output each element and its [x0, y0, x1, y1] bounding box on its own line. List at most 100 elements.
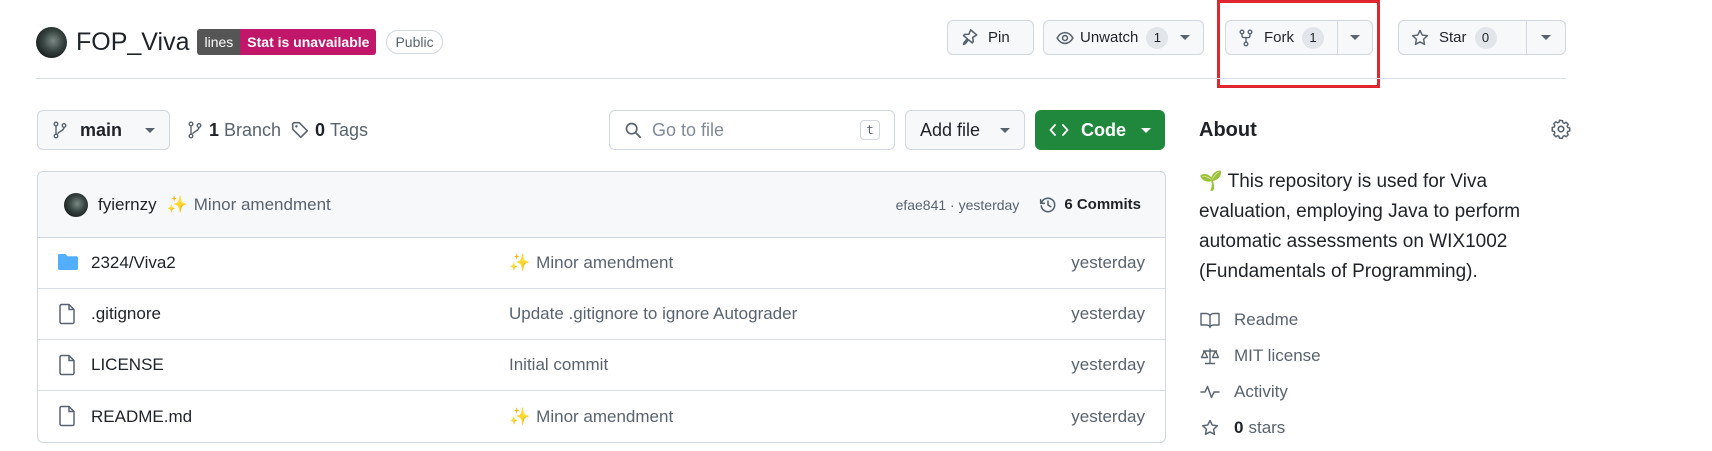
commits-link[interactable]: 6 Commits [1039, 196, 1141, 214]
file-icon [57, 354, 77, 376]
star-dropdown-button[interactable] [1525, 21, 1565, 54]
about-heading: About [1199, 119, 1257, 141]
history-icon [1039, 196, 1057, 214]
repo-name[interactable]: FOP_Viva [76, 28, 189, 57]
file-date: yesterday [1071, 406, 1145, 426]
author-avatar[interactable] [64, 192, 88, 217]
tags-count: 0 [315, 119, 326, 140]
file-date: yesterday [1071, 355, 1145, 374]
fork-label: Fork [1264, 29, 1294, 46]
file-icon [57, 405, 77, 427]
folder-icon [57, 252, 79, 272]
file-commit-text: Minor amendment [536, 406, 674, 426]
unwatch-button[interactable]: Unwatch 1 [1043, 20, 1204, 55]
stars-about-label: stars [1248, 418, 1286, 437]
sparkles-icon: ✨ [509, 253, 531, 272]
file-row[interactable]: .gitignore Update .gitignore to ignore A… [38, 289, 1165, 340]
unwatch-label: Unwatch [1080, 29, 1139, 46]
forks-count: 1 [1302, 26, 1324, 49]
repo-forked-icon [1238, 29, 1254, 47]
commits-count: 6 Commits [1064, 196, 1141, 213]
chevron-down-icon [1180, 35, 1191, 40]
star-icon [1411, 29, 1429, 47]
star-button[interactable]: Star 0 [1399, 21, 1526, 54]
file-commit-message[interactable]: ✨ Minor amendment [509, 253, 673, 273]
gear-icon[interactable] [1551, 119, 1571, 139]
stars-count: 0 [1474, 26, 1497, 49]
git-branch-icon [187, 121, 203, 139]
file-commit-text: Minor amendment [536, 253, 674, 272]
git-branch-icon [52, 121, 68, 139]
pin-icon [960, 28, 978, 47]
fork-button-group: Fork 1 [1225, 20, 1373, 55]
readme-link[interactable]: Readme [1199, 310, 1298, 330]
sparkles-icon: ✨ [509, 406, 531, 426]
commit-author[interactable]: fyiernzy [98, 195, 157, 215]
stars-link[interactable]: 0 stars [1199, 418, 1285, 438]
eye-icon [1056, 29, 1074, 47]
file-date: yesterday [1071, 253, 1145, 272]
file-row[interactable]: README.md ✨ Minor amendment yesterday [38, 391, 1165, 442]
chevron-down-icon [1540, 35, 1551, 40]
watchers-count: 1 [1146, 26, 1169, 49]
go-to-file-input[interactable]: Go to file t [609, 110, 895, 150]
pin-label: Pin [988, 29, 1010, 46]
file-name[interactable]: .gitignore [91, 304, 161, 324]
lines-badge: lines Stat is unavailable [197, 29, 377, 55]
book-icon [1199, 311, 1221, 329]
add-file-button[interactable]: Add file [905, 110, 1025, 150]
fork-dropdown-button[interactable] [1336, 21, 1372, 54]
about-description: 🌱 This repository is used for Viva evalu… [1199, 167, 1569, 287]
tag-icon [291, 121, 309, 139]
pulse-icon [1199, 384, 1221, 400]
file-name[interactable]: README.md [91, 407, 192, 427]
code-label: Code [1081, 119, 1126, 140]
fork-button[interactable]: Fork 1 [1226, 21, 1337, 54]
header-divider [36, 78, 1566, 79]
chevron-down-icon [1349, 35, 1360, 40]
sparkles-icon: ✨ [166, 194, 188, 214]
pin-button[interactable]: Pin [947, 20, 1034, 55]
badge-label: lines [197, 29, 241, 55]
commit-meta[interactable]: efae841 · yesterday [896, 197, 1020, 213]
license-link[interactable]: MIT license [1199, 346, 1321, 366]
activity-label: Activity [1234, 382, 1288, 401]
star-button-group: Star 0 [1398, 20, 1566, 55]
chevron-down-icon [1000, 127, 1010, 133]
file-commit-message[interactable]: Update .gitignore to ignore Autograder [509, 304, 797, 324]
file-commit-message[interactable]: Initial commit [509, 355, 608, 375]
badge-value: Stat is unavailable [240, 29, 377, 55]
activity-link[interactable]: Activity [1199, 382, 1288, 402]
owner-avatar[interactable] [36, 26, 67, 58]
file-name[interactable]: LICENSE [91, 355, 164, 375]
code-button[interactable]: Code [1035, 110, 1165, 150]
description-text: This repository is used for Viva evaluat… [1199, 171, 1521, 282]
stars-about-count: 0 [1234, 418, 1244, 437]
repo-header: FOP_Viva lines Stat is unavailable Publi… [36, 22, 443, 62]
search-icon [624, 121, 642, 139]
star-label: Star [1439, 29, 1467, 46]
branch-selector[interactable]: main [37, 110, 170, 150]
code-icon [1049, 122, 1069, 138]
file-row[interactable]: LICENSE Initial commit yesterday [38, 340, 1165, 391]
file-table: fyiernzy ✨ Minor amendment efae841 · yes… [37, 171, 1166, 443]
file-row[interactable]: 2324/Viva2 ✨ Minor amendment yesterday [38, 238, 1165, 289]
license-label: MIT license [1234, 346, 1321, 365]
chevron-down-icon [1141, 127, 1151, 133]
branches-label: Branch [224, 119, 282, 140]
chevron-down-icon [145, 127, 155, 133]
tags-link[interactable]: 0 Tags [291, 110, 368, 150]
search-placeholder: Go to file [652, 119, 725, 140]
readme-label: Readme [1234, 310, 1299, 329]
visibility-label: Public [386, 30, 443, 54]
file-commit-message[interactable]: ✨ Minor amendment [509, 407, 673, 427]
tags-label: Tags [330, 119, 369, 140]
law-icon [1199, 347, 1221, 365]
add-file-label: Add file [920, 119, 981, 140]
commit-message[interactable]: Minor amendment [194, 195, 331, 215]
seedling-icon: 🌱 [1199, 171, 1223, 192]
latest-commit-bar: fyiernzy ✨ Minor amendment efae841 · yes… [38, 172, 1165, 238]
file-name[interactable]: 2324/Viva2 [91, 253, 176, 273]
star-icon [1199, 419, 1221, 437]
branches-link[interactable]: 1 Branch [187, 110, 281, 150]
